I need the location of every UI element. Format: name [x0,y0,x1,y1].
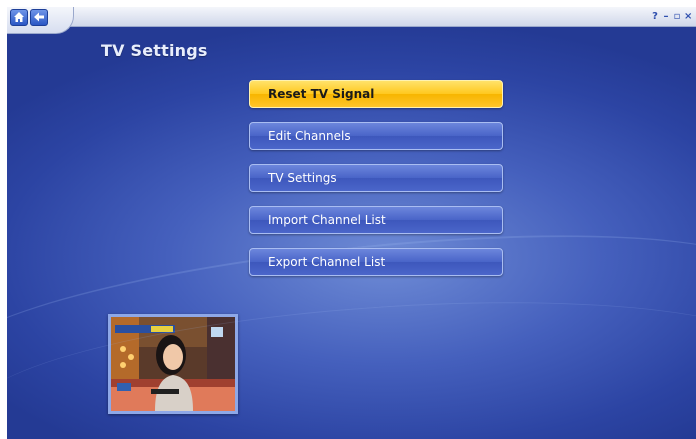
minimize-button[interactable]: – [662,11,670,22]
help-button[interactable]: ? [651,11,659,22]
title-bar [7,7,696,27]
nav-tab [7,7,74,34]
import-channel-list-button[interactable]: Import Channel List [249,206,503,234]
close-button[interactable]: × [684,11,692,22]
tv-preview-thumbnail[interactable] [108,314,238,414]
edit-channels-button[interactable]: Edit Channels [249,122,503,150]
back-arrow-icon[interactable] [30,9,48,26]
window-controls: ? – ▫ × [651,8,692,24]
reset-tv-signal-button[interactable]: Reset TV Signal [249,80,503,108]
home-icon[interactable] [10,9,28,26]
settings-menu: Reset TV Signal Edit Channels TV Setting… [249,80,503,290]
export-channel-list-button[interactable]: Export Channel List [249,248,503,276]
tv-settings-button[interactable]: TV Settings [249,164,503,192]
restore-button[interactable]: ▫ [673,11,681,22]
media-center-window: ? – ▫ × TV Settings Reset TV Signal Edit… [7,7,696,439]
page-title: TV Settings [101,41,208,60]
